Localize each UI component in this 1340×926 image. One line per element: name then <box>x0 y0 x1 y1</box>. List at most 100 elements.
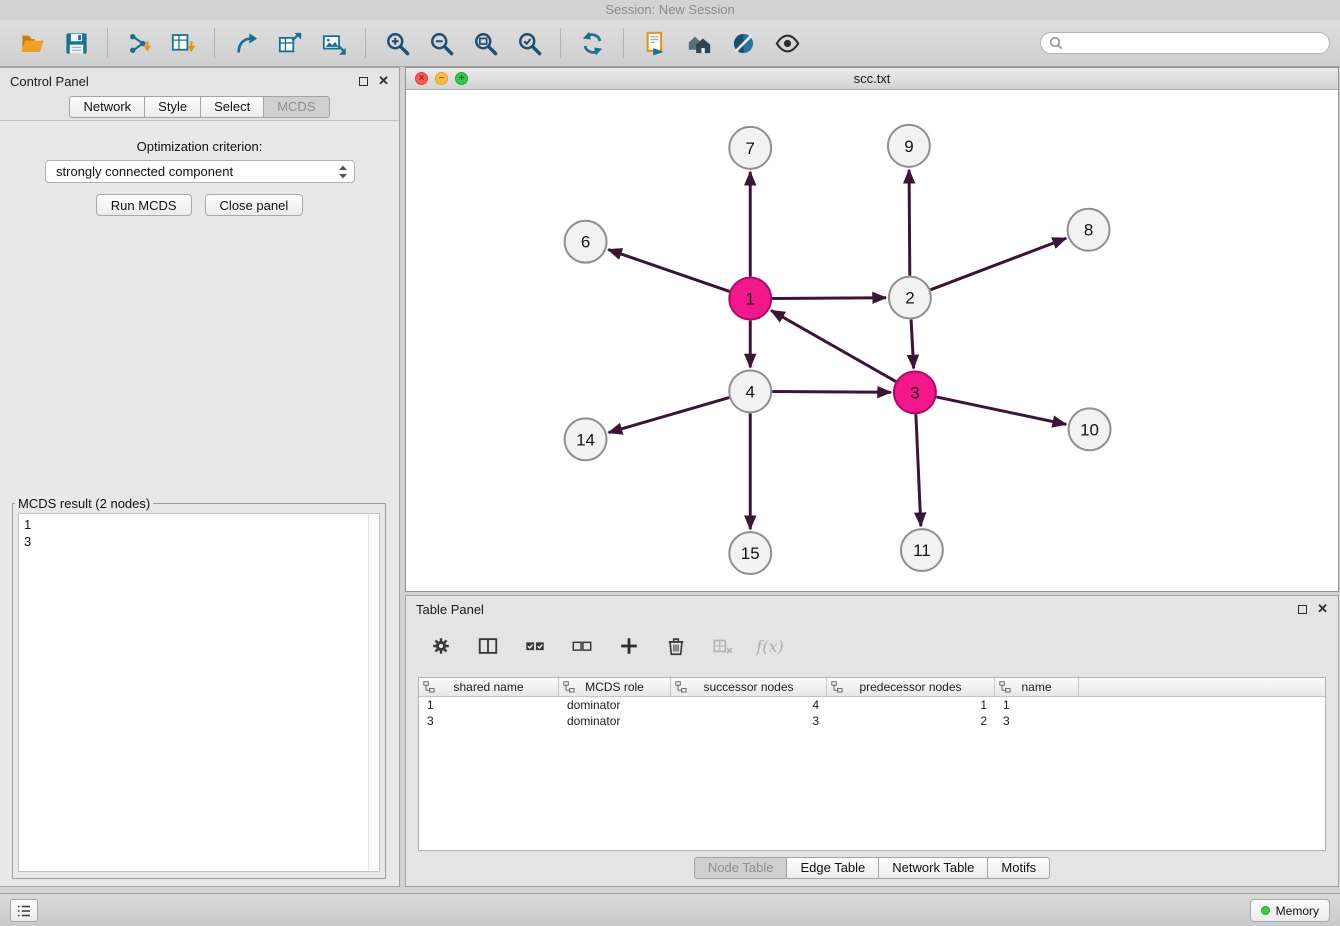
delete-column-button[interactable] <box>710 633 736 659</box>
node-6[interactable]: 6 <box>565 221 607 263</box>
close-window-icon[interactable]: × <box>415 72 428 85</box>
column-header-mcds-role[interactable]: MCDS role <box>559 678 671 696</box>
node-label: 8 <box>1084 221 1093 240</box>
toolbar-separator <box>623 28 624 58</box>
memory-button[interactable]: Memory <box>1250 899 1330 922</box>
mcds-result-title: MCDS result (2 nodes) <box>15 496 153 511</box>
zoom-window-icon[interactable]: + <box>455 72 468 85</box>
open-session-button[interactable] <box>13 24 51 62</box>
control-panel-tab-mcds[interactable]: MCDS <box>264 96 329 118</box>
import-table-button[interactable] <box>164 24 202 62</box>
run-mcds-button[interactable]: Run MCDS <box>96 194 192 216</box>
node-3[interactable]: 3 <box>894 371 936 413</box>
control-panel-title: Control Panel <box>10 74 89 89</box>
refresh-button[interactable] <box>573 24 611 62</box>
settings-button[interactable] <box>428 633 454 659</box>
control-panel-tab-network[interactable]: Network <box>69 96 145 118</box>
zoom-in-button[interactable] <box>378 24 416 62</box>
close-table-panel-icon[interactable]: ✕ <box>1317 604 1328 614</box>
table-panel: Table Panel ✕ f(x) shared nameMCDS roles… <box>405 595 1339 887</box>
deselect-all-button[interactable] <box>569 633 595 659</box>
select-all-button[interactable] <box>522 633 548 659</box>
import-table-icon <box>170 30 197 57</box>
node-2[interactable]: 2 <box>889 277 931 319</box>
network-title: scc.txt <box>854 71 891 86</box>
settings-icon <box>430 635 452 657</box>
column-header-name[interactable]: name <box>995 678 1079 696</box>
node-label: 7 <box>746 139 755 158</box>
node-10[interactable]: 10 <box>1069 408 1111 450</box>
edge-1-6[interactable] <box>608 250 729 292</box>
column-header-predecessor-nodes[interactable]: predecessor nodes <box>827 678 995 696</box>
function-builder-button[interactable]: f(x) <box>757 633 783 659</box>
show-hide-details-button[interactable] <box>768 24 806 62</box>
node-14[interactable]: 14 <box>565 418 607 460</box>
new-network-icon <box>233 30 260 57</box>
import-network-button[interactable] <box>120 24 158 62</box>
cell: 1 <box>995 698 1079 712</box>
task-history-button[interactable] <box>10 899 38 922</box>
control-panel-tab-select[interactable]: Select <box>201 96 264 118</box>
table-row[interactable]: 3dominator323 <box>419 713 1325 729</box>
zoom-fit-button[interactable] <box>466 24 504 62</box>
column-header-shared-name[interactable]: shared name <box>419 678 559 696</box>
delete-row-button[interactable] <box>663 633 689 659</box>
result-scrollbar[interactable] <box>368 514 379 871</box>
zoom-selected-button[interactable] <box>510 24 548 62</box>
table-row[interactable]: 1dominator411 <box>419 697 1325 713</box>
edge-4-3[interactable] <box>772 392 891 393</box>
clone-network-button[interactable] <box>636 24 674 62</box>
node-11[interactable]: 11 <box>901 529 943 571</box>
node-15[interactable]: 15 <box>729 532 771 574</box>
node-4[interactable]: 4 <box>729 370 771 412</box>
edge-2-9[interactable] <box>909 170 910 276</box>
save-session-button[interactable] <box>57 24 95 62</box>
edge-2-8[interactable] <box>930 238 1066 290</box>
tab-motifs[interactable]: Motifs <box>988 857 1050 879</box>
column-header-label: successor nodes <box>703 680 793 694</box>
apply-style-button[interactable] <box>724 24 762 62</box>
edge-3-11[interactable] <box>916 414 921 526</box>
network-window-titlebar: × − + scc.txt <box>406 68 1338 90</box>
search-input[interactable] <box>1068 36 1321 50</box>
column-header-label: shared name <box>453 680 523 694</box>
cell: dominator <box>559 698 671 712</box>
edge-3-1[interactable] <box>771 310 896 381</box>
result-line: 1 <box>24 516 374 533</box>
node-9[interactable]: 9 <box>888 125 930 167</box>
minimize-window-icon[interactable]: − <box>435 72 448 85</box>
search-box[interactable] <box>1040 32 1330 54</box>
export-table-button[interactable] <box>271 24 309 62</box>
control-panel-header: Control Panel ✕ <box>0 68 399 94</box>
split-view-button[interactable] <box>475 633 501 659</box>
edge-3-10[interactable] <box>936 397 1066 424</box>
edge-2-3[interactable] <box>911 320 914 369</box>
edge-1-2[interactable] <box>772 298 886 299</box>
mcds-panel: Optimization criterion: strongly connect… <box>0 120 399 886</box>
edge-4-14[interactable] <box>609 398 730 433</box>
node-7[interactable]: 7 <box>729 127 771 169</box>
node-label: 4 <box>746 382 755 401</box>
tab-edge-table[interactable]: Edge Table <box>787 857 879 879</box>
add-row-button[interactable] <box>616 633 642 659</box>
optimization-criterion-label: Optimization criterion: <box>0 139 399 154</box>
close-panel-button[interactable]: Close panel <box>205 194 304 216</box>
tab-network-table[interactable]: Network Table <box>879 857 988 879</box>
zoom-fit-icon <box>472 30 499 57</box>
home-view-button[interactable] <box>680 24 718 62</box>
network-canvas[interactable]: 7 9 6 8 1 2 4 3 14 10 15 11 <box>406 90 1338 591</box>
export-image-button[interactable] <box>315 24 353 62</box>
criterion-select[interactable]: strongly connected component <box>45 160 355 183</box>
tab-node-table[interactable]: Node Table <box>694 857 788 879</box>
node-1[interactable]: 1 <box>729 278 771 320</box>
table-body: 1dominator4113dominator323 <box>419 697 1325 729</box>
column-header-successor-nodes[interactable]: successor nodes <box>671 678 827 696</box>
control-panel-tab-style[interactable]: Style <box>145 96 201 118</box>
float-table-panel-icon[interactable] <box>1298 605 1307 614</box>
clone-network-icon <box>642 30 669 57</box>
node-8[interactable]: 8 <box>1068 209 1110 251</box>
float-panel-icon[interactable] <box>359 77 368 86</box>
new-network-button[interactable] <box>227 24 265 62</box>
close-panel-icon[interactable]: ✕ <box>378 76 389 86</box>
zoom-out-button[interactable] <box>422 24 460 62</box>
